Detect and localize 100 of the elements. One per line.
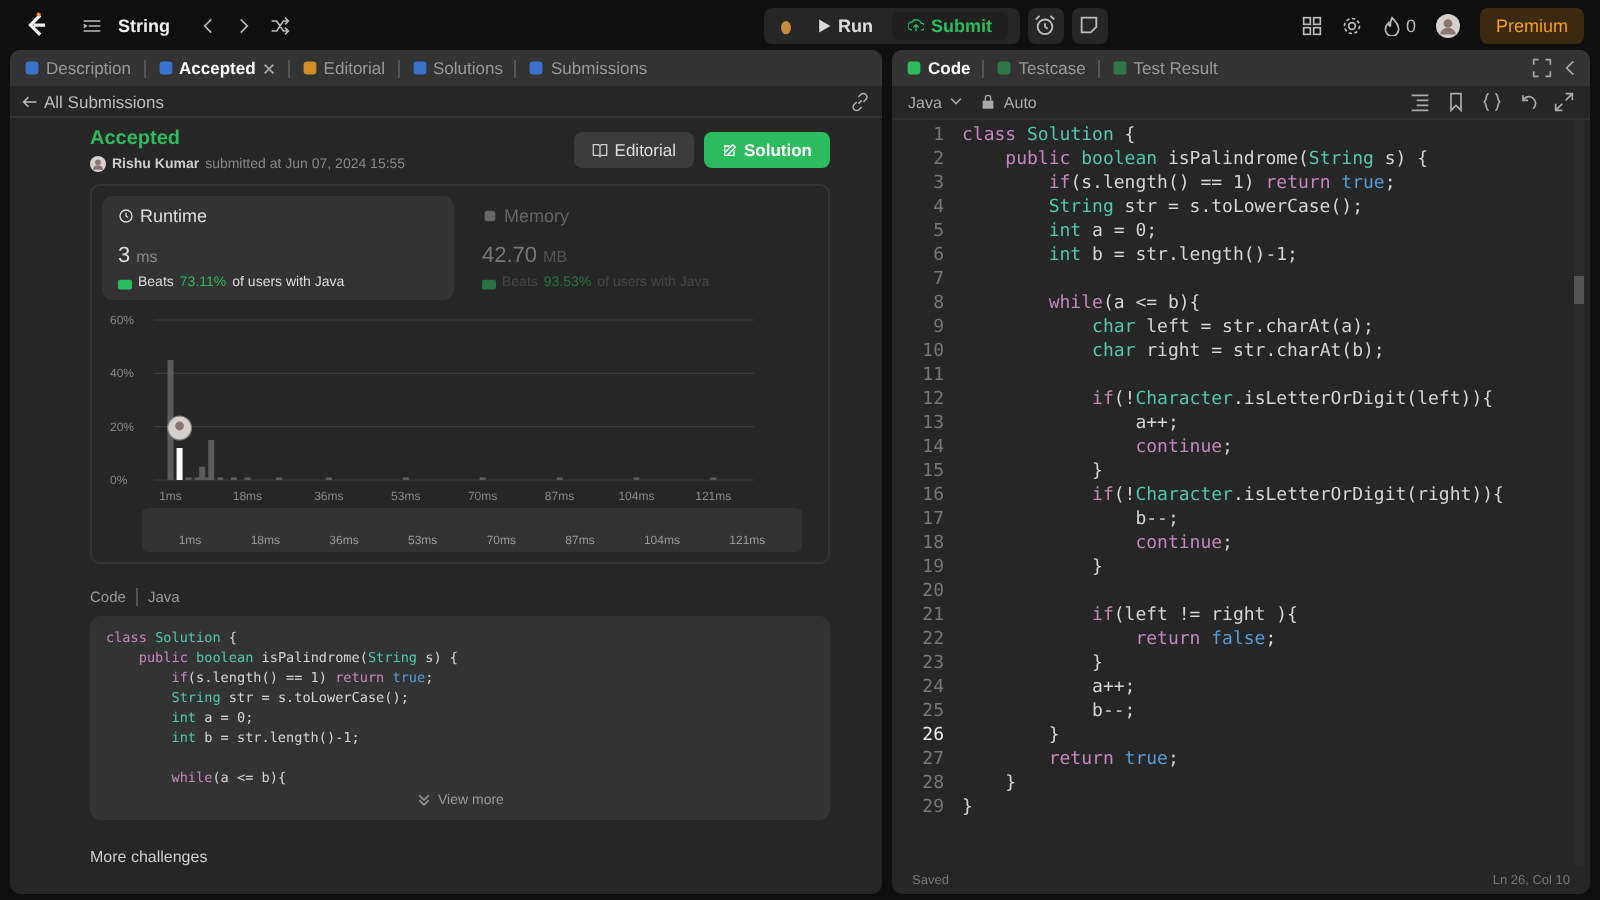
- chevrons-down-icon: [416, 792, 433, 808]
- code-line: a++;: [1133, 412, 1179, 436]
- code-line: }: [962, 796, 973, 820]
- metric-unit: ms: [136, 248, 158, 266]
- panel-tab[interactable]: Editorial: [297, 56, 390, 80]
- undo-icon[interactable]: [1518, 92, 1538, 112]
- panel-tab[interactable]: Accepted: [153, 56, 280, 80]
- scrollbar-thumb[interactable]: [1574, 276, 1584, 304]
- braces-icon[interactable]: [1482, 92, 1502, 112]
- panel-tab[interactable]: Solutions: [407, 56, 507, 80]
- note-button[interactable]: [1071, 7, 1108, 43]
- section-heading: More challenges: [90, 848, 210, 866]
- line-number: 4: [931, 196, 946, 220]
- editorial-button[interactable]: Editorial: [574, 132, 694, 168]
- line-number: 29: [920, 796, 946, 820]
- line-number: 12: [920, 388, 946, 412]
- metric-value: 42.70: [482, 244, 538, 268]
- logo-icon[interactable]: [24, 12, 50, 38]
- line-number: 25: [920, 700, 946, 724]
- line-number: 23: [920, 652, 946, 676]
- back-link[interactable]: All Submissions: [22, 91, 164, 111]
- line-number: 20: [920, 580, 946, 604]
- format-icon[interactable]: [1410, 92, 1430, 112]
- metric-title: Memory: [504, 206, 570, 226]
- code-line: if(left != right ){: [1090, 604, 1298, 628]
- line-number: 21: [920, 604, 946, 628]
- avatar-icon[interactable]: [1435, 13, 1460, 37]
- beats-icon: [118, 277, 132, 289]
- panel-tab[interactable]: Description: [20, 56, 136, 80]
- code-line: a++;: [1090, 676, 1136, 700]
- line-number: 18: [920, 532, 946, 556]
- settings-icon[interactable]: [1341, 15, 1362, 35]
- line-number: 22: [920, 628, 946, 652]
- line-number: 2: [931, 148, 946, 172]
- line-number: 16: [920, 484, 946, 508]
- grid-icon[interactable]: [1301, 15, 1322, 35]
- panel-tab[interactable]: Code: [902, 56, 975, 80]
- code-line: class Solution {: [962, 124, 1136, 148]
- code-line: while(a <= b){: [1046, 292, 1201, 316]
- premium-button[interactable]: Premium: [1479, 7, 1584, 43]
- line-number: 6: [931, 244, 946, 268]
- code-line: continue;: [1133, 436, 1233, 460]
- mode-label: Auto: [1003, 93, 1037, 111]
- panel-tab[interactable]: Testcase: [992, 56, 1090, 80]
- problem-list-link[interactable]: String: [118, 15, 170, 35]
- collapse-icon[interactable]: [1560, 58, 1580, 78]
- code-line: }: [1090, 460, 1103, 484]
- user-avatar-marker: [166, 415, 193, 441]
- panel-tab[interactable]: Test Result: [1107, 56, 1222, 80]
- metric-title: Runtime: [140, 206, 208, 226]
- chevron-right-icon[interactable]: [234, 15, 254, 35]
- note-icon: [1078, 14, 1101, 36]
- code-line: public boolean isPalindrome(String s) {: [1003, 148, 1429, 172]
- play-icon: [815, 17, 832, 33]
- code-line: b--;: [1090, 700, 1136, 724]
- lock-icon: [979, 94, 996, 110]
- line-number: 1: [931, 124, 946, 148]
- chevron-left-icon[interactable]: [198, 15, 218, 35]
- code-line: }: [1090, 652, 1103, 676]
- streak-count: 0: [1405, 15, 1416, 35]
- line-number: 19: [920, 556, 946, 580]
- arrow-left-icon: [22, 93, 38, 109]
- histogram-bar[interactable]: [176, 448, 183, 480]
- link-icon[interactable]: [850, 91, 870, 111]
- submit-button[interactable]: Submit: [892, 11, 1008, 39]
- result-status: Accepted: [90, 128, 183, 150]
- line-number: 27: [920, 748, 946, 772]
- code-line: b--;: [1133, 508, 1179, 532]
- beats-icon: [482, 277, 496, 289]
- expand-icon[interactable]: [1554, 92, 1574, 112]
- shuffle-icon[interactable]: [270, 15, 290, 35]
- list-icon[interactable]: [82, 15, 102, 35]
- code-line: }: [1003, 772, 1017, 796]
- flame-icon[interactable]: [1381, 15, 1402, 35]
- code-line: }: [1090, 556, 1103, 580]
- code-line: char right = str.charAt(b);: [1090, 340, 1385, 364]
- line-number: 3: [931, 172, 946, 196]
- bookmark-icon[interactable]: [1446, 92, 1466, 112]
- cloud-upload-icon: [908, 17, 925, 33]
- code-line: continue;: [1133, 532, 1233, 556]
- run-button[interactable]: Run: [799, 11, 889, 39]
- code-line: return true;: [1046, 748, 1179, 772]
- language-dropdown[interactable]: Java: [908, 93, 964, 111]
- line-number: 26: [920, 724, 946, 748]
- fullscreen-icon[interactable]: [1532, 58, 1552, 78]
- code-line: if(s.length() == 1) return true;: [1046, 172, 1396, 196]
- code-line: }: [1046, 724, 1060, 748]
- close-icon[interactable]: [261, 61, 276, 75]
- alarm-clock-button[interactable]: [1027, 7, 1064, 43]
- edit-icon: [722, 142, 738, 158]
- avatar-icon: [90, 156, 106, 172]
- chip-icon: [482, 208, 498, 224]
- code-line: if(!Character.isLetterOrDigit(right)){: [1090, 484, 1504, 508]
- metric-value: 3: [118, 244, 131, 268]
- line-number: 10: [920, 340, 946, 364]
- alarm-clock-icon: [1034, 14, 1057, 36]
- line-number: 8: [931, 292, 946, 316]
- panel-tab[interactable]: Submissions: [524, 56, 652, 80]
- code-line: String str = s.toLowerCase();: [1046, 196, 1363, 220]
- line-number: 7: [931, 268, 946, 292]
